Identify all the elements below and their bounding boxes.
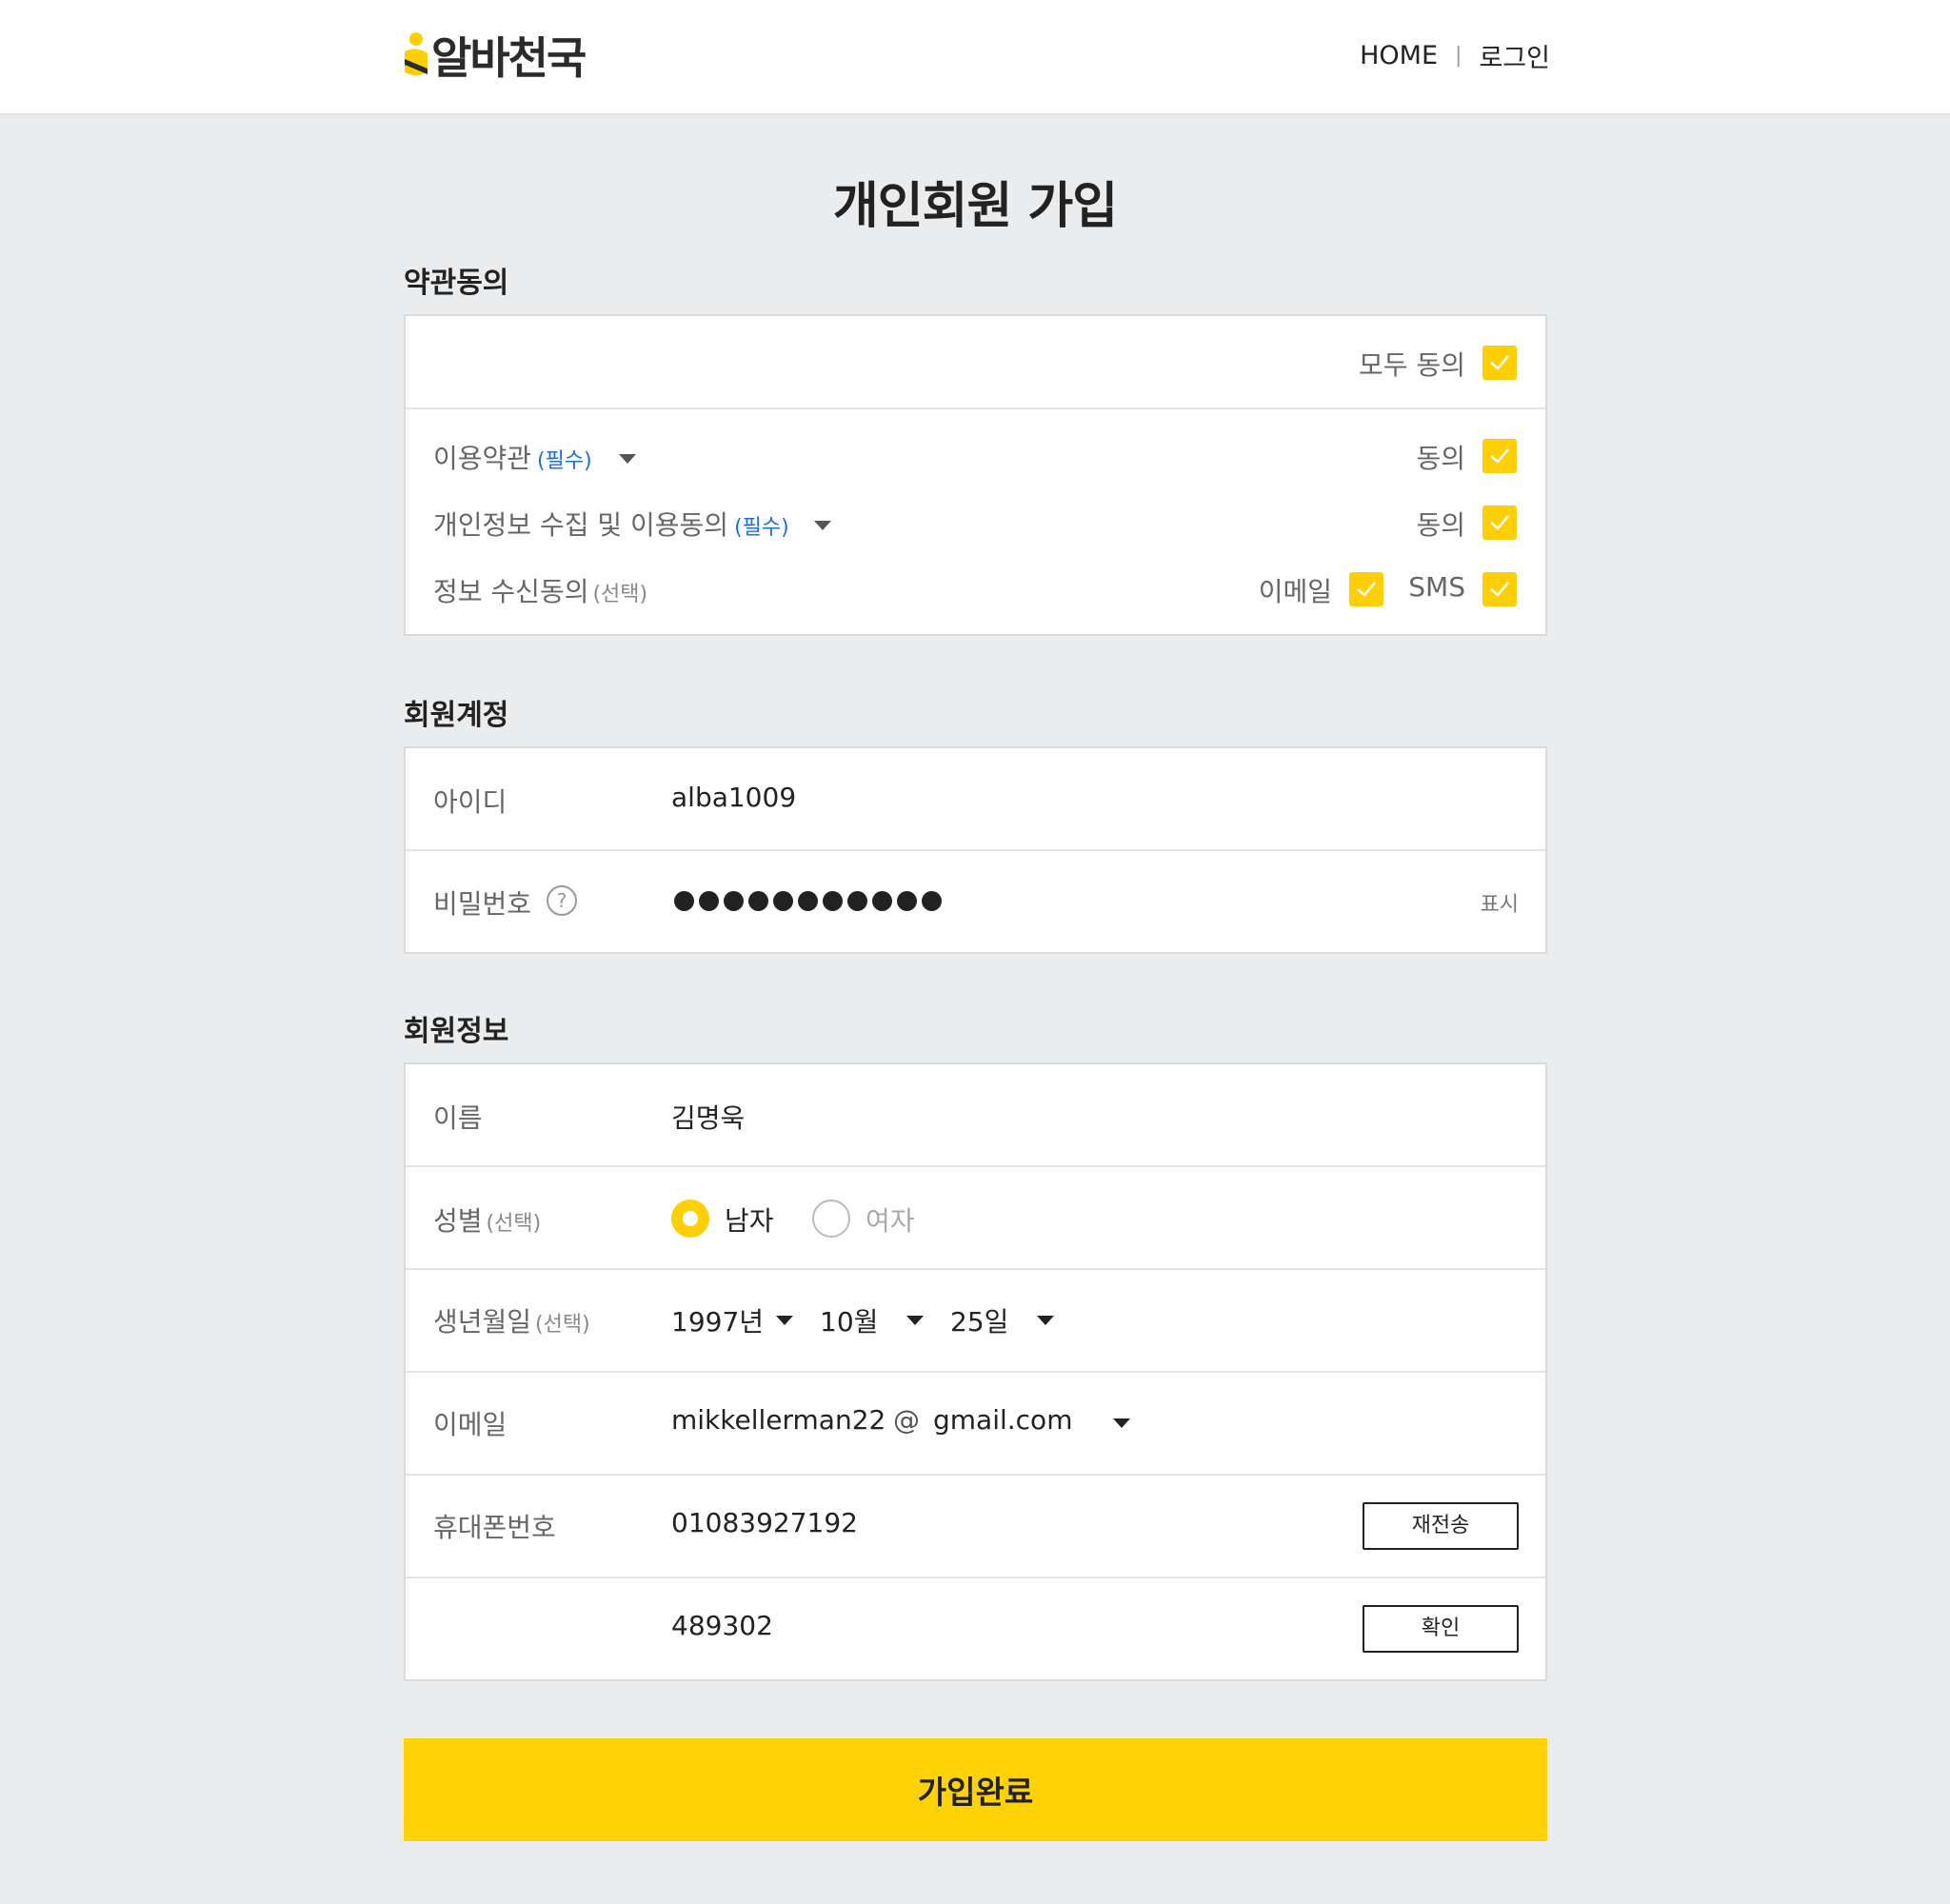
terms-items: 이용약관 (필수) 동의 개인정보 수집 및 이용동의 (필수) 동의 정보 수신동… — [406, 409, 1545, 634]
birth-day-select[interactable]: 25일 — [950, 1301, 1008, 1339]
password-show-toggle[interactable]: 표시 — [1481, 887, 1519, 918]
name-input[interactable]: 김명욱 — [671, 1098, 745, 1136]
gender-female-radio[interactable] — [812, 1200, 850, 1238]
password-mask-dot — [922, 891, 942, 911]
email-local-input[interactable]: mikkellerman22 — [671, 1404, 885, 1436]
member-card: 이름 김명욱 성별 (선택) 남자 여자 생년월일 (선택) 1997년 10월 2… — [404, 1062, 1547, 1681]
phone-label: 휴대폰번호 — [433, 1512, 556, 1543]
required-tag: (필수) — [734, 516, 789, 540]
id-input[interactable]: alba1009 — [671, 782, 796, 813]
password-mask-dot — [847, 891, 867, 911]
account-card: 아이디 alba1009 비밀번호 ? 표시 — [404, 746, 1547, 954]
phone-input[interactable]: 01083927192 — [671, 1507, 858, 1538]
terms-of-use-checkbox[interactable] — [1482, 439, 1517, 473]
terms-card: 모두 동의 이용약관 (필수) 동의 개인정보 수집 및 이용동의 (필수) 동의 … — [404, 314, 1547, 636]
nav-separator: | — [1455, 43, 1462, 68]
submit-button[interactable]: 가입완료 — [404, 1738, 1547, 1841]
birth-year-select[interactable]: 1997년 — [671, 1301, 764, 1339]
check-icon — [1357, 582, 1376, 597]
agree-all-checkbox[interactable] — [1482, 346, 1517, 380]
terms-of-use-agree-label: 동의 — [1416, 443, 1465, 474]
password-mask-dot — [674, 891, 694, 911]
optional-tag: (선택) — [535, 1313, 590, 1337]
password-mask-dot — [724, 891, 744, 911]
password-mask-dot — [773, 891, 793, 911]
password-mask-dot — [748, 891, 768, 911]
gender-row: 성별 (선택) 남자 여자 — [406, 1167, 1545, 1270]
top-header: 알바천국 HOME | 로그인 — [0, 0, 1950, 115]
marketing-sms-checkbox[interactable] — [1482, 572, 1517, 606]
birth-row: 생년월일 (선택) 1997년 10월 25일 — [406, 1270, 1545, 1373]
password-mask-dot — [823, 891, 843, 911]
check-icon — [1490, 448, 1509, 464]
password-mask-dot — [699, 891, 719, 911]
agree-all-label: 모두 동의 — [1359, 349, 1465, 381]
birth-label: 생년월일 (선택) — [433, 1301, 590, 1339]
logo[interactable]: 알바천국 — [403, 27, 587, 84]
birth-month-select[interactable]: 10월 — [820, 1301, 878, 1339]
password-mask-dot — [798, 891, 818, 911]
member-section-title: 회원정보 — [404, 1015, 509, 1048]
top-nav: HOME | 로그인 — [1360, 36, 1550, 74]
gender-label: 성별 (선택) — [433, 1200, 541, 1239]
marketing-email-checkbox[interactable] — [1349, 572, 1383, 606]
bee-logo-icon — [405, 32, 428, 75]
chevron-down-icon[interactable] — [1037, 1316, 1054, 1325]
password-label: 비밀번호 — [433, 888, 532, 920]
verification-row: 489302 확인 — [406, 1578, 1545, 1681]
agree-all-row: 모두 동의 — [406, 316, 1545, 409]
required-tag: (필수) — [537, 449, 592, 473]
email-domain-select[interactable]: gmail.com — [933, 1404, 1072, 1436]
privacy-consent-text: 개인정보 수집 및 이용동의 — [433, 509, 729, 541]
chevron-down-icon[interactable] — [814, 521, 831, 530]
marketing-consent-label: 정보 수신동의 (선택) — [433, 571, 647, 609]
resend-button[interactable]: 재전송 — [1363, 1502, 1519, 1550]
marketing-email-label: 이메일 — [1258, 576, 1332, 607]
birth-label-text: 생년월일 — [433, 1306, 532, 1338]
marketing-sms-label: SMS — [1408, 571, 1465, 603]
phone-row: 휴대폰번호 01083927192 재전송 — [406, 1476, 1545, 1578]
password-input[interactable] — [674, 891, 942, 911]
help-icon[interactable]: ? — [547, 885, 577, 916]
check-icon — [1490, 355, 1509, 370]
nav-home-link[interactable]: HOME — [1360, 41, 1438, 70]
password-mask-dot — [872, 891, 892, 911]
privacy-consent-agree-label: 동의 — [1416, 509, 1465, 541]
confirm-button[interactable]: 확인 — [1363, 1605, 1519, 1653]
gender-male-label[interactable]: 남자 — [725, 1200, 774, 1239]
page-title: 개인회원 가입 — [832, 178, 1118, 235]
name-label: 이름 — [433, 1102, 483, 1134]
gender-female-label[interactable]: 여자 — [866, 1200, 915, 1239]
optional-tag: (선택) — [486, 1212, 542, 1236]
chevron-down-icon[interactable] — [906, 1316, 924, 1325]
privacy-consent-checkbox[interactable] — [1482, 506, 1517, 540]
name-row: 이름 김명욱 — [406, 1064, 1545, 1167]
account-section-title: 회원계정 — [404, 699, 509, 732]
logo-text: 알바천국 — [431, 32, 587, 84]
id-row: 아이디 alba1009 — [406, 748, 1545, 851]
chevron-down-icon[interactable] — [619, 454, 636, 464]
chevron-down-icon[interactable] — [776, 1316, 793, 1325]
id-label: 아이디 — [433, 786, 507, 818]
terms-of-use-label[interactable]: 이용약관 (필수) — [433, 438, 592, 476]
nav-login-link[interactable]: 로그인 — [1479, 37, 1550, 74]
gender-male-radio[interactable] — [671, 1200, 709, 1238]
email-label: 이메일 — [433, 1409, 507, 1440]
gender-label-text: 성별 — [433, 1205, 483, 1237]
privacy-consent-label[interactable]: 개인정보 수집 및 이용동의 (필수) — [433, 505, 789, 543]
chevron-down-icon[interactable] — [1113, 1418, 1130, 1428]
email-row: 이메일 mikkellerman22 @ gmail.com — [406, 1373, 1545, 1476]
password-row: 비밀번호 ? 표시 — [406, 851, 1545, 952]
check-icon — [1490, 582, 1509, 597]
password-mask-dot — [897, 891, 917, 911]
verification-code-input[interactable]: 489302 — [671, 1610, 773, 1641]
email-at-symbol: @ — [893, 1404, 920, 1436]
marketing-consent-text: 정보 수신동의 — [433, 576, 589, 607]
optional-tag: (선택) — [592, 583, 648, 606]
terms-section-title: 약관동의 — [404, 267, 509, 300]
terms-of-use-text: 이용약관 — [433, 443, 532, 474]
check-icon — [1490, 515, 1509, 530]
